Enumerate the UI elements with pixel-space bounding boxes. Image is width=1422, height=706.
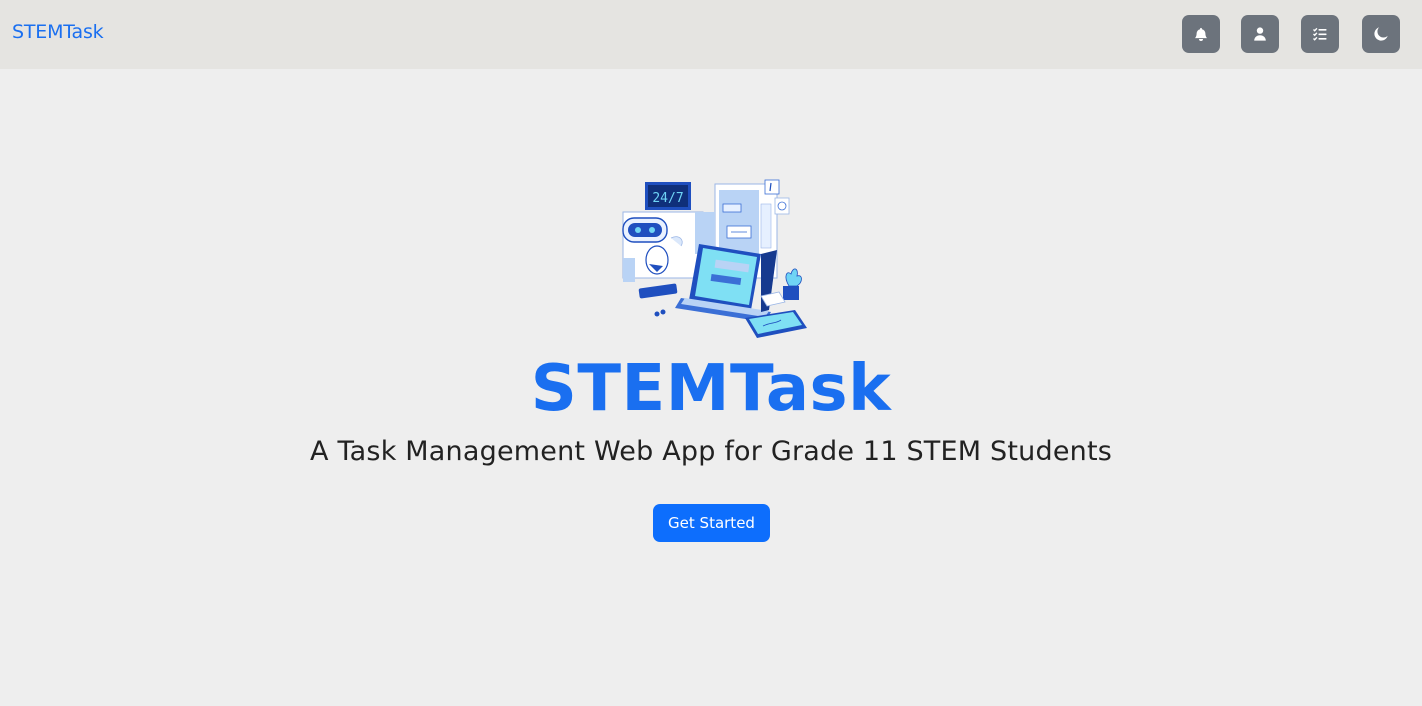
hero-subtitle: A Task Management Web App for Grade 11 S… xyxy=(310,436,1112,467)
moon-icon xyxy=(1374,27,1388,41)
user-icon xyxy=(1254,27,1266,41)
bell-icon xyxy=(1195,27,1207,41)
profile-button[interactable] xyxy=(1241,15,1279,53)
tasks-button[interactable] xyxy=(1301,15,1339,53)
brand-link[interactable]: STEMTask xyxy=(12,21,104,43)
get-started-button[interactable]: Get Started xyxy=(653,504,770,542)
clock-display: 24/7 xyxy=(652,191,683,206)
checklist-icon xyxy=(1313,27,1327,41)
notifications-button[interactable] xyxy=(1182,15,1220,53)
workspace-illustration: 24/7 xyxy=(622,179,807,338)
top-navbar: STEMTask xyxy=(0,0,1422,69)
theme-toggle-button[interactable] xyxy=(1362,15,1400,53)
hero-title: STEMTask xyxy=(530,352,892,426)
